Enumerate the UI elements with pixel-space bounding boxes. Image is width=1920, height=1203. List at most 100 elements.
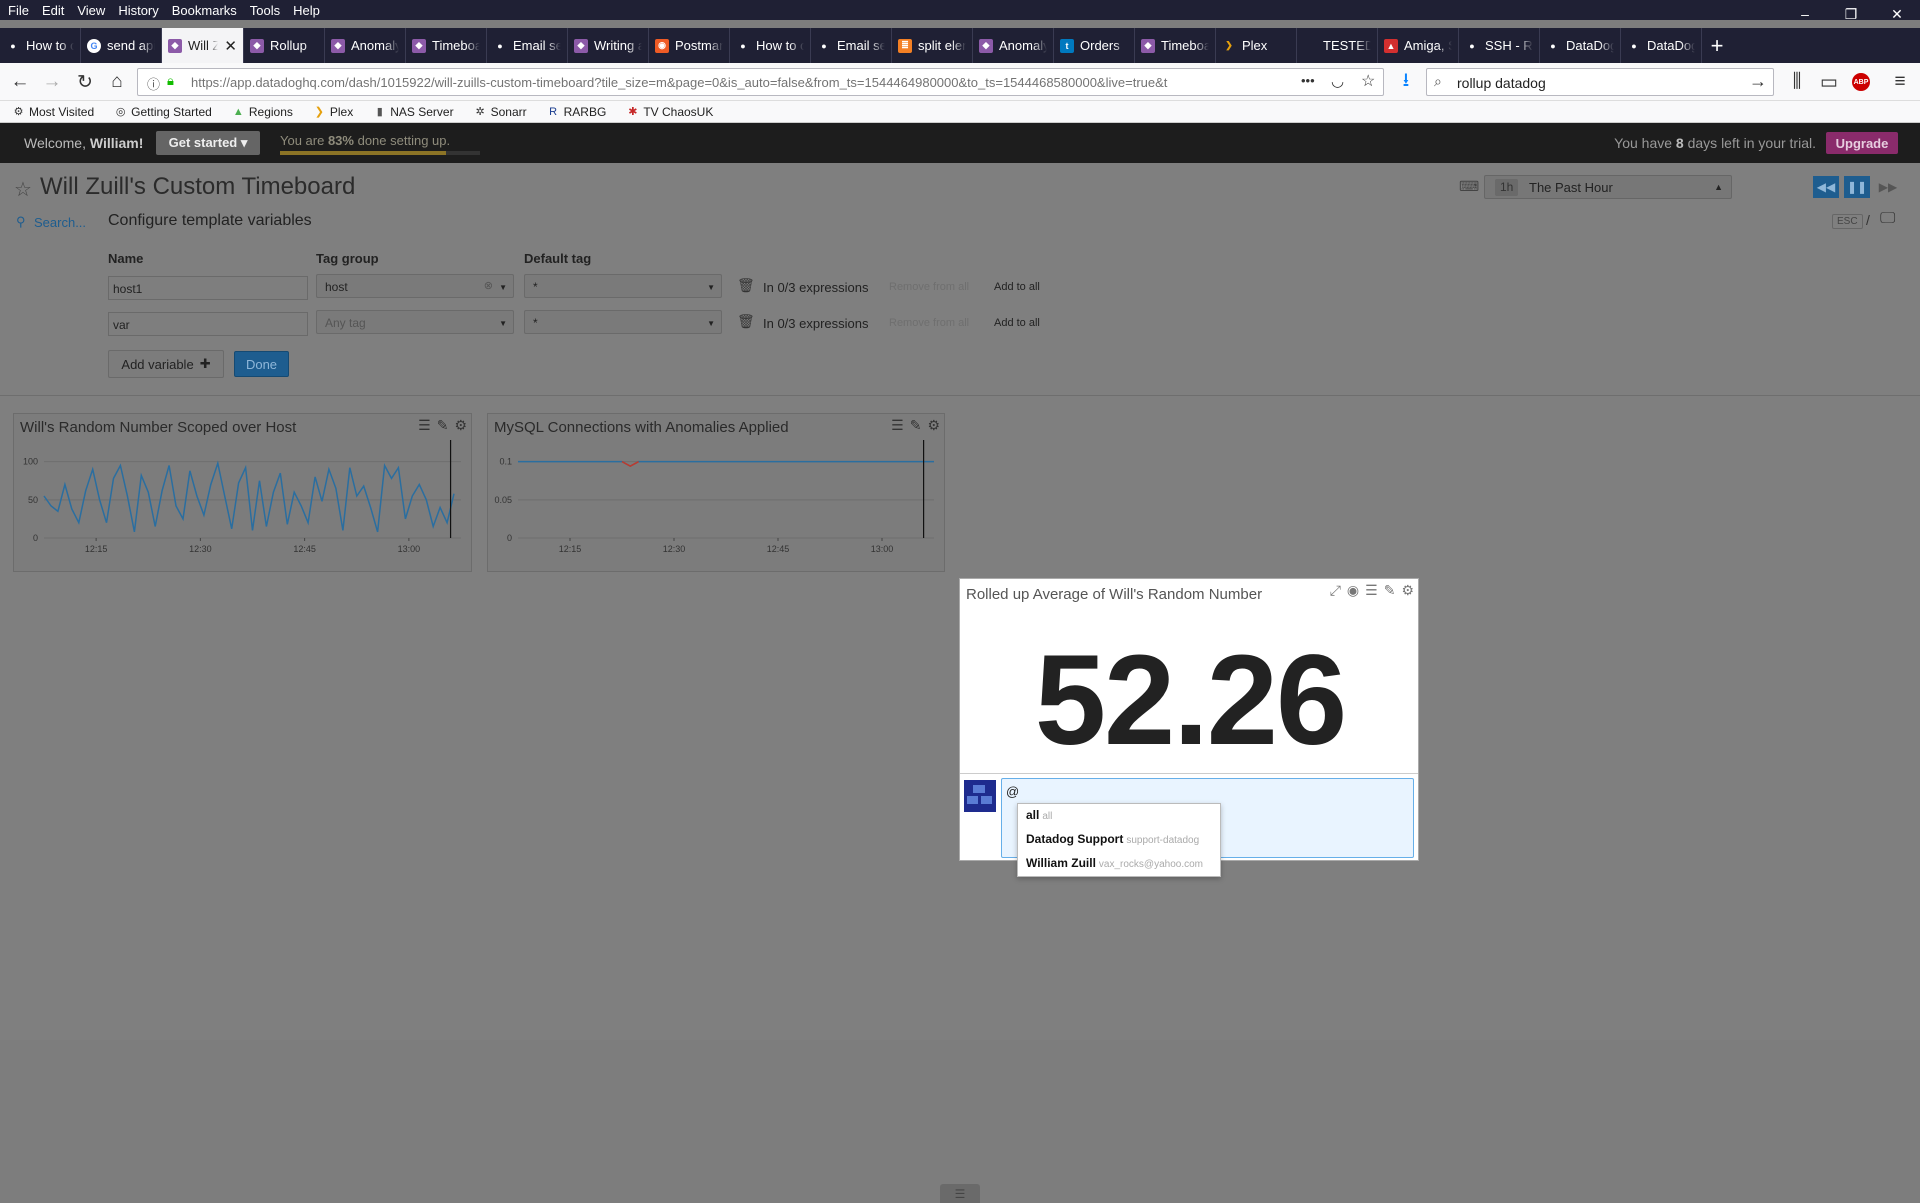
page-actions-icon[interactable]: ••• [1301, 73, 1315, 88]
edit-icon[interactable]: ✎ [910, 417, 922, 434]
mention-item[interactable]: Datadog Support support-datadog [1026, 832, 1199, 846]
bookmark-item[interactable]: ✲ Sonarr [462, 105, 535, 119]
gear-icon[interactable]: ⚙ [927, 417, 940, 434]
clear-icon[interactable]: ⊗ [484, 279, 493, 292]
menu-view[interactable]: View [69, 3, 110, 18]
close-window-button[interactable]: ✕ [1874, 0, 1920, 28]
edit-icon[interactable]: ✎ [437, 417, 449, 434]
pocket-icon[interactable]: ◡ [1331, 72, 1344, 90]
edit-icon[interactable]: ✎ [1384, 582, 1396, 599]
search-go-icon[interactable]: → [1749, 71, 1767, 92]
browser-tab[interactable]: ● DataDog [1540, 28, 1621, 63]
remove-from-all-link[interactable]: Remove from all [889, 281, 969, 293]
tag-group-select[interactable]: Any tag ▼ [316, 310, 514, 334]
home-icon[interactable]: ⌂ [103, 68, 131, 96]
sidebar-icon[interactable]: ▭ [1815, 68, 1843, 96]
rewind-button[interactable]: ◀◀ [1813, 176, 1839, 198]
browser-tab[interactable]: ◆ Timeboa [1135, 28, 1216, 63]
pause-button[interactable]: ❚❚ [1844, 176, 1870, 198]
browser-tab[interactable]: TESTED and [1297, 28, 1378, 63]
browser-tab[interactable]: ◉ Postman [649, 28, 730, 63]
menu-help[interactable]: Help [285, 3, 325, 18]
list-icon[interactable]: ☰ [891, 417, 904, 434]
variable-name-input[interactable]: var [108, 312, 308, 336]
hamburger-menu-icon[interactable]: ≡ [1886, 68, 1914, 96]
gear-icon[interactable]: ⚙ [454, 417, 467, 434]
browser-tab[interactable]: ◆ Writing a [568, 28, 649, 63]
browser-tab[interactable]: ◆ Will Z ✕ [162, 28, 244, 63]
browser-tab[interactable]: ● DataDog [1621, 28, 1702, 63]
list-icon[interactable]: ☰ [418, 417, 431, 434]
remove-from-all-link[interactable]: Remove from all [889, 317, 969, 329]
browser-tab[interactable]: ◆ Timeboa [406, 28, 487, 63]
timeseries-widget[interactable]: Will's Random Number Scoped over Host ☰ ✎… [13, 413, 472, 572]
bookmark-item[interactable]: ▲ Regions [220, 105, 301, 119]
browser-tab[interactable]: ▲ Amiga, S [1378, 28, 1459, 63]
bookmark-star-icon[interactable]: ☆ [1361, 71, 1375, 91]
menu-history[interactable]: History [110, 3, 163, 18]
download-icon[interactable]: ⭳ [1392, 68, 1420, 96]
timeseries-widget[interactable]: MySQL Connections with Anomalies Applied… [487, 413, 945, 572]
menu-file[interactable]: File [0, 3, 34, 18]
tv-mode-icon[interactable]: 🖵︎ [1880, 210, 1895, 228]
bookmark-item[interactable]: ✱ TV ChaosUK [614, 105, 721, 119]
search-link[interactable]: Search... [34, 215, 86, 230]
adblock-icon[interactable]: ABP [1852, 73, 1870, 91]
gear-icon[interactable]: ⚙ [1401, 582, 1414, 599]
mention-item[interactable]: all all [1026, 808, 1052, 822]
default-tag-select[interactable]: * ▼ [524, 274, 722, 298]
mention-item[interactable]: William Zuill vax_rocks@yahoo.com [1026, 856, 1203, 870]
close-tab-icon[interactable]: ✕ [224, 37, 237, 55]
restore-button[interactable]: ❐ [1828, 0, 1874, 28]
done-button[interactable]: Done [234, 351, 289, 377]
minimize-button[interactable]: – [1782, 0, 1828, 28]
bookmark-item[interactable]: R RARBG [535, 105, 615, 119]
bookmark-item[interactable]: ◎ Getting Started [102, 105, 220, 119]
library-icon[interactable]: ⫼ [1783, 68, 1811, 96]
browser-tab[interactable]: ● Email set [811, 28, 892, 63]
menu-tools[interactable]: Tools [242, 3, 285, 18]
forward-icon[interactable]: → [38, 68, 66, 96]
new-tab-button[interactable]: + [1702, 28, 1732, 63]
browser-tab[interactable]: t Orders [1054, 28, 1135, 63]
menu-edit[interactable]: Edit [34, 3, 69, 18]
browser-tab[interactable]: ● How to c [0, 28, 81, 63]
browser-tab[interactable]: ● Email set [487, 28, 568, 63]
browser-tab[interactable]: ◆ Rollup [244, 28, 325, 63]
menu-bookmarks[interactable]: Bookmarks [164, 3, 242, 18]
camera-icon[interactable]: ◉ [1347, 582, 1359, 599]
reload-icon[interactable]: ↻ [71, 68, 99, 96]
get-started-button[interactable]: Get started ▾ [156, 131, 260, 155]
list-icon[interactable]: ☰ [1365, 582, 1378, 599]
tag-group-select[interactable]: host ⊗ ▼ [316, 274, 514, 298]
variable-name-input[interactable]: host1 [108, 276, 308, 300]
search-field[interactable]: ⌕ rollup datadog → [1426, 68, 1774, 96]
default-tag-select[interactable]: * ▼ [524, 310, 722, 334]
fast-forward-button[interactable]: ▶▶ [1875, 176, 1901, 198]
browser-tab[interactable]: ≣ split elen [892, 28, 973, 63]
browser-tab[interactable]: ● How to c [730, 28, 811, 63]
trash-icon[interactable]: 🗑︎ [737, 277, 755, 294]
browser-tab[interactable]: ❯ Plex [1216, 28, 1297, 63]
bookmark-item[interactable]: ⚙ Most Visited [0, 105, 102, 119]
browser-tab[interactable]: Gsend api [81, 28, 162, 63]
bookmark-item[interactable]: ▮ NAS Server [361, 105, 461, 119]
keyboard-icon[interactable]: ⌨ [1459, 178, 1479, 195]
comments-toggle-icon[interactable]: ☰ [940, 1184, 980, 1203]
browser-tab[interactable]: ◆ Anomaly [325, 28, 406, 63]
favorite-star-icon[interactable]: ☆ [14, 177, 32, 202]
bookmark-item[interactable]: ❯ Plex [301, 105, 361, 119]
add-to-all-link[interactable]: Add to all [994, 281, 1040, 293]
browser-tab[interactable]: ● SSH - Ret [1459, 28, 1540, 63]
time-range-picker[interactable]: 1h The Past Hour ▲ [1484, 175, 1732, 199]
info-icon[interactable]: ⓘ [147, 74, 160, 93]
upgrade-button[interactable]: Upgrade [1826, 132, 1898, 154]
trash-icon[interactable]: 🗑︎ [737, 313, 755, 330]
browser-tab[interactable]: ◆ Anomaly [973, 28, 1054, 63]
esc-key[interactable]: ESC [1832, 214, 1863, 229]
add-variable-button[interactable]: Add variable ✚ [108, 350, 224, 378]
expand-icon[interactable]: ⤢ [1330, 582, 1341, 599]
url-bar[interactable]: ⓘ 🔒︎ https://app.datadoghq.com/dash/1015… [137, 68, 1384, 96]
back-icon[interactable]: ← [6, 68, 34, 96]
add-to-all-link[interactable]: Add to all [994, 317, 1040, 329]
